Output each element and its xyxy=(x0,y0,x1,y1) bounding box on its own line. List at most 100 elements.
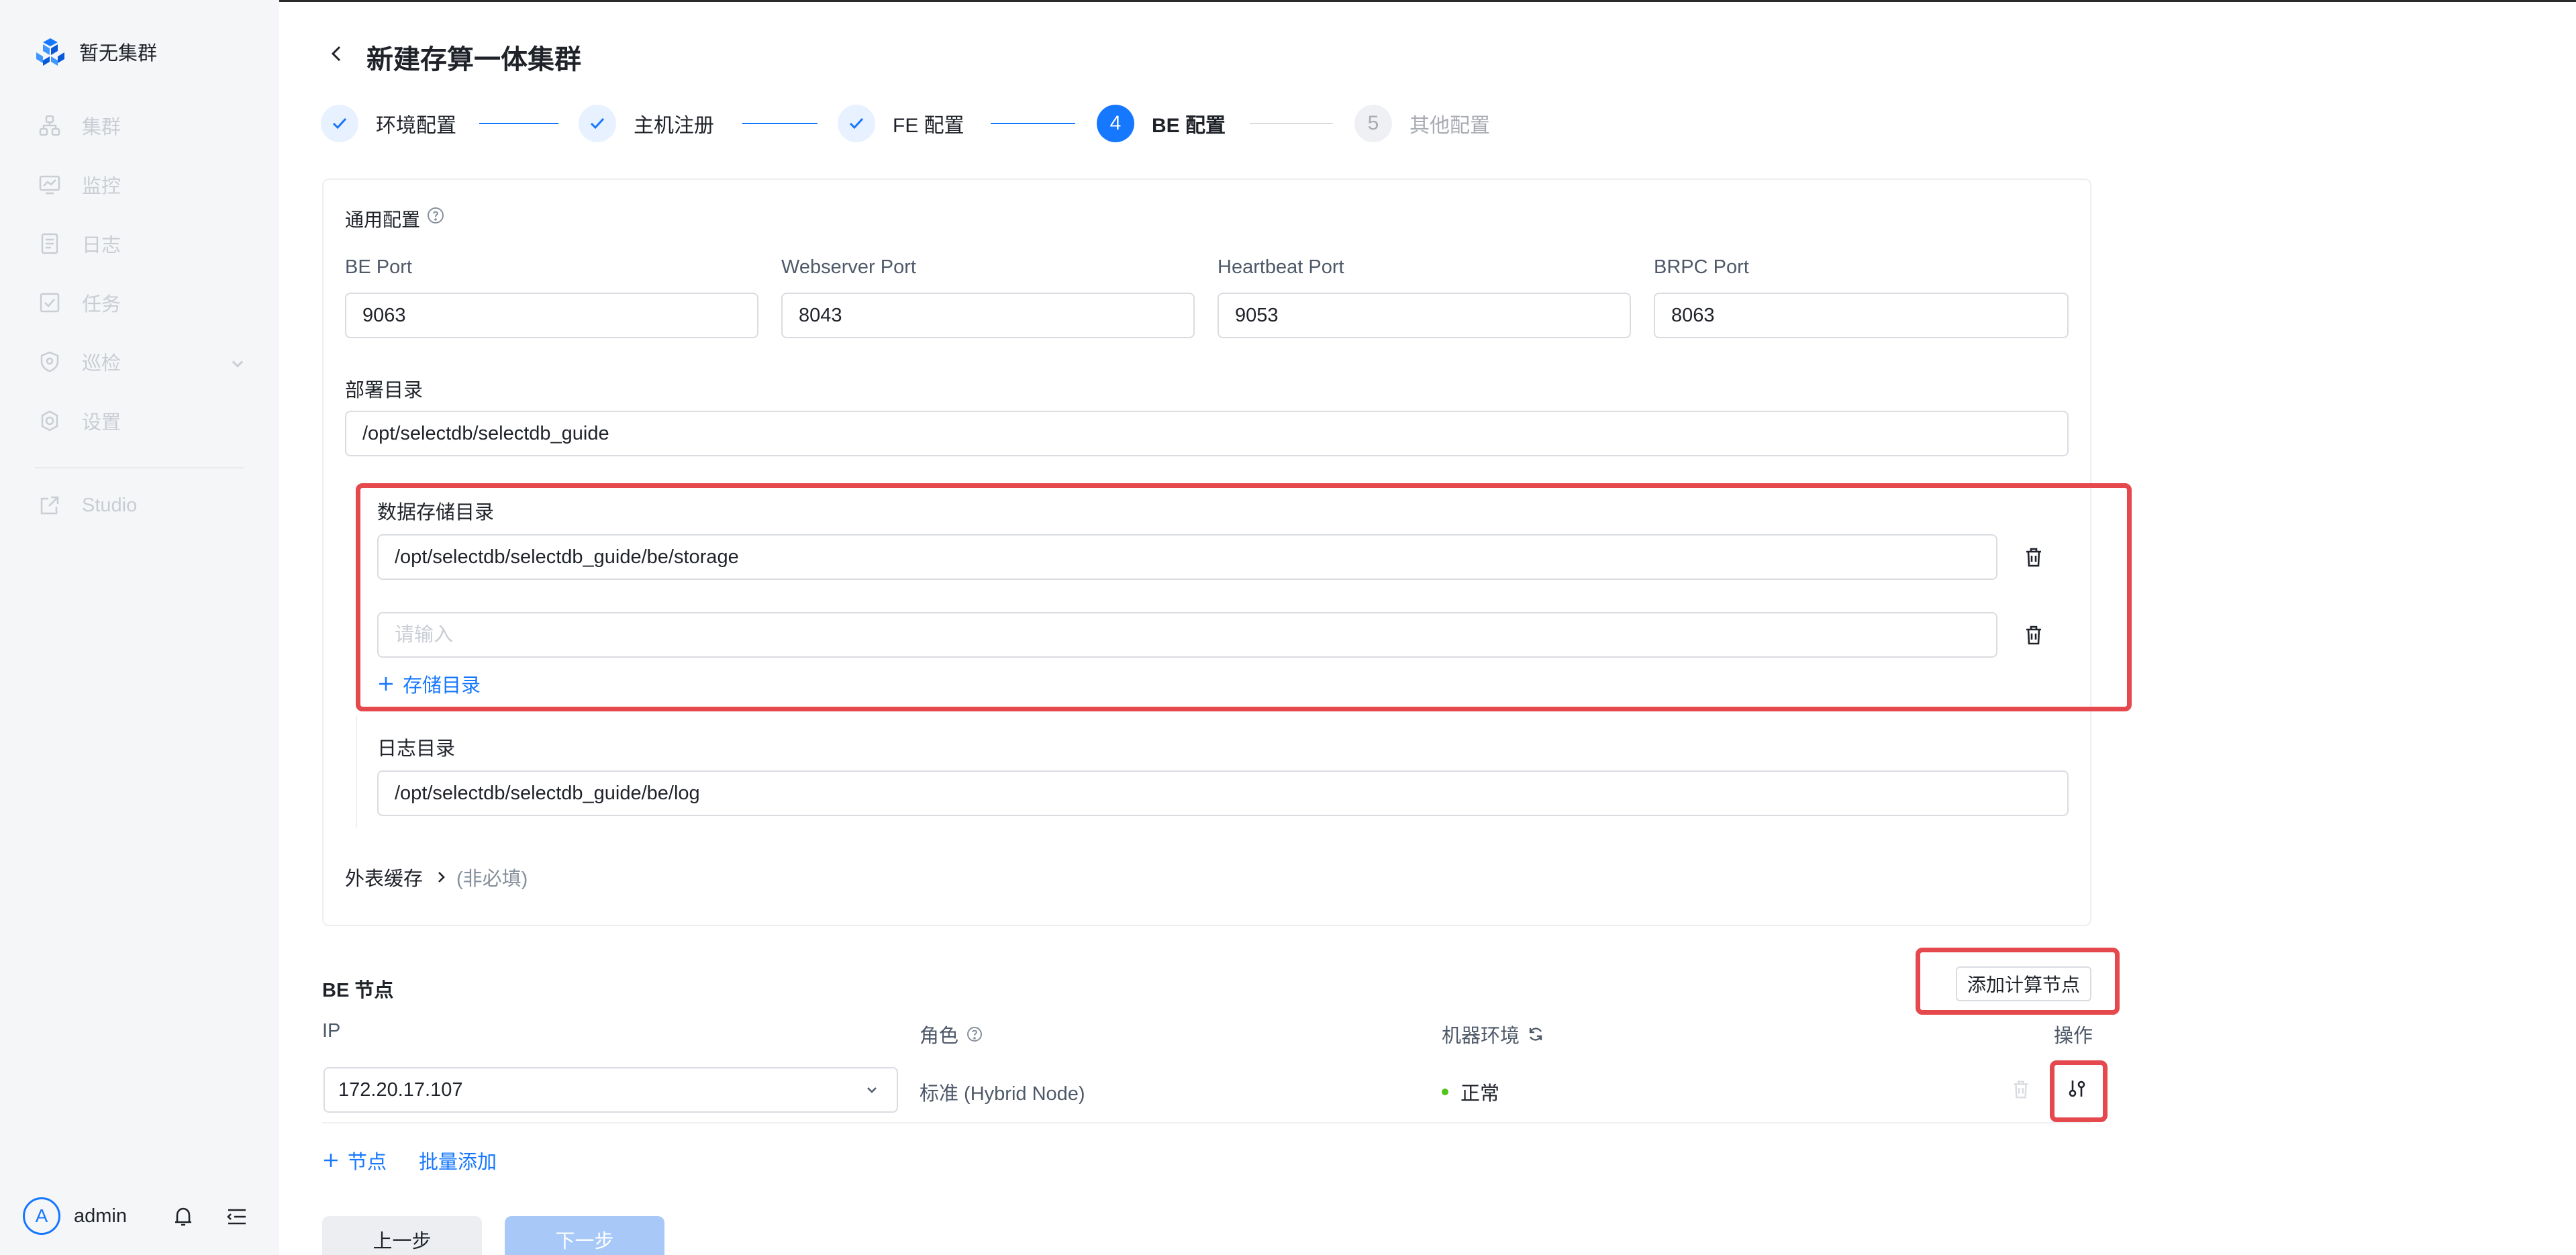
column-header-label: 角色 xyxy=(920,1025,959,1047)
log-dir-input[interactable]: /opt/selectdb/selectdb_guide/be/log xyxy=(377,770,2069,816)
ip-select[interactable]: 172.20.17.107 xyxy=(324,1067,898,1113)
avatar[interactable]: A xyxy=(23,1197,60,1235)
log-dir-label: 日志目录 xyxy=(377,738,456,760)
log-icon xyxy=(41,233,58,254)
chevron-right-icon xyxy=(438,872,445,883)
storage-dir-input[interactable]: /opt/selectdb/selectdb_guide/be/storage xyxy=(377,534,1997,580)
back-icon[interactable] xyxy=(326,42,346,66)
step-env[interactable]: 环境配置 xyxy=(321,105,456,142)
status-label: 正常 xyxy=(1460,1083,1500,1105)
cluster-logo-icon xyxy=(36,38,64,66)
column-header-label: 机器环境 xyxy=(1442,1025,1520,1047)
batch-add-link[interactable]: 批量添加 xyxy=(419,1146,497,1174)
brpc-port-label: BRPC Port xyxy=(1654,256,1749,278)
step-connector xyxy=(742,123,818,124)
sidebar-item-label: 巡检 xyxy=(82,353,121,374)
inspect-icon xyxy=(40,351,59,372)
sidebar-item-monitor[interactable]: 监控 xyxy=(38,168,121,201)
prev-button[interactable]: 上一步 xyxy=(322,1216,482,1255)
sidebar-item-label: 监控 xyxy=(82,176,121,197)
brand-name: 暂无集群 xyxy=(79,43,158,64)
trash-icon[interactable] xyxy=(2022,545,2046,569)
sidebar-item-log[interactable]: 日志 xyxy=(38,227,121,260)
column-header-ip: IP xyxy=(322,1020,340,1042)
chevron-down-icon xyxy=(867,1087,877,1093)
sidebar-item-studio[interactable]: Studio xyxy=(38,489,137,522)
storage-dir-input-empty[interactable] xyxy=(377,612,1997,658)
plus-icon xyxy=(379,677,393,691)
step-done-circle xyxy=(838,105,875,142)
deploy-dir-input[interactable]: /opt/selectdb/selectdb_guide xyxy=(345,411,2069,456)
be-nodes-title: BE 节点 xyxy=(322,980,394,1001)
node-settings-icon[interactable] xyxy=(2065,1076,2089,1101)
external-cache-toggle[interactable]: 外表缓存 (非必填) xyxy=(345,863,528,891)
task-icon xyxy=(40,293,60,313)
sidebar-item-inspect[interactable]: 巡检 xyxy=(38,345,244,379)
next-button[interactable]: 下一步 xyxy=(505,1216,664,1255)
be-port-label: BE Port xyxy=(345,256,412,278)
general-config-title: 通用配置 xyxy=(345,209,421,230)
help-icon[interactable] xyxy=(426,205,446,225)
section-indent-line xyxy=(356,715,357,828)
user-row: A admin xyxy=(23,1197,258,1235)
sidebar-item-label: 集群 xyxy=(82,117,121,138)
column-header-env: 机器环境 xyxy=(1442,1020,1545,1048)
sidebar-item-settings[interactable]: 设置 xyxy=(38,404,121,438)
sidebar-item-cluster[interactable]: 集群 xyxy=(38,109,121,142)
help-icon[interactable] xyxy=(965,1025,984,1044)
step-label: FE 配置 xyxy=(893,115,964,137)
bottom-links: 节点 批量添加 xyxy=(322,1146,497,1174)
chevron-down-icon xyxy=(232,360,244,368)
cluster-icon xyxy=(39,115,60,136)
step-label: BE 配置 xyxy=(1152,115,1226,137)
webserver-port-input[interactable]: 8043 xyxy=(781,293,1195,338)
page-title: 新建存算一体集群 xyxy=(366,45,581,74)
role-cell: 标准 (Hybrid Node) xyxy=(920,1083,1085,1105)
status-ok-dot xyxy=(1442,1089,1448,1095)
sidebar: 暂无集群 集群 监控 日志 任务 巡检 设置 Studio A admin xyxy=(0,0,279,1255)
external-cache-label: 外表缓存 xyxy=(345,868,424,890)
add-storage-dir-link[interactable]: 存储目录 xyxy=(377,670,481,698)
add-storage-dir-label: 存储目录 xyxy=(403,675,481,697)
deploy-dir-label: 部署目录 xyxy=(345,380,424,401)
user-name[interactable]: admin xyxy=(74,1205,127,1227)
column-header-label: 操作 xyxy=(2054,1025,2093,1047)
heartbeat-port-input[interactable]: 9053 xyxy=(1218,293,1631,338)
step-be[interactable]: 4 BE 配置 xyxy=(1097,105,1226,142)
step-number: 4 xyxy=(1097,105,1134,142)
step-connector xyxy=(479,123,558,124)
check-icon xyxy=(590,117,605,130)
storage-dir-label: 数据存储目录 xyxy=(377,502,495,523)
trash-icon[interactable] xyxy=(2022,623,2046,647)
sidebar-item-task[interactable]: 任务 xyxy=(38,286,121,319)
step-other[interactable]: 5 其他配置 xyxy=(1354,105,1490,142)
add-node-link[interactable]: 节点 xyxy=(348,1146,387,1174)
ip-select-value: 172.20.17.107 xyxy=(338,1078,463,1101)
be-port-input[interactable]: 9063 xyxy=(345,293,758,338)
sidebar-item-label: 设置 xyxy=(82,412,121,434)
external-link-icon xyxy=(40,496,59,515)
bell-icon[interactable] xyxy=(170,1204,196,1229)
check-icon xyxy=(332,117,347,130)
step-fe[interactable]: FE 配置 xyxy=(838,105,964,142)
plus-icon xyxy=(324,1154,338,1167)
window-top-border xyxy=(0,0,2576,2)
sidebar-item-label: 日志 xyxy=(82,235,121,256)
step-label: 其他配置 xyxy=(1409,115,1490,137)
refresh-icon[interactable] xyxy=(1526,1025,1545,1044)
trash-icon[interactable] xyxy=(2010,1078,2032,1101)
step-host[interactable]: 主机注册 xyxy=(579,105,714,142)
step-connector xyxy=(1250,123,1333,124)
add-compute-node-button[interactable]: 添加计算节点 xyxy=(1956,966,2091,1001)
step-done-circle xyxy=(321,105,358,142)
optional-hint: (非必填) xyxy=(456,868,528,890)
collapse-menu-icon[interactable] xyxy=(224,1204,250,1229)
sidebar-item-label: 任务 xyxy=(82,294,121,315)
column-header-label: IP xyxy=(322,1020,341,1042)
step-label: 主机注册 xyxy=(634,115,714,137)
heartbeat-port-label: Heartbeat Port xyxy=(1218,256,1344,278)
sidebar-item-label: Studio xyxy=(82,494,138,516)
brpc-port-input[interactable]: 8063 xyxy=(1654,293,2069,338)
status-cell: 正常 xyxy=(1442,1078,1499,1106)
brand[interactable]: 暂无集群 xyxy=(35,35,157,68)
